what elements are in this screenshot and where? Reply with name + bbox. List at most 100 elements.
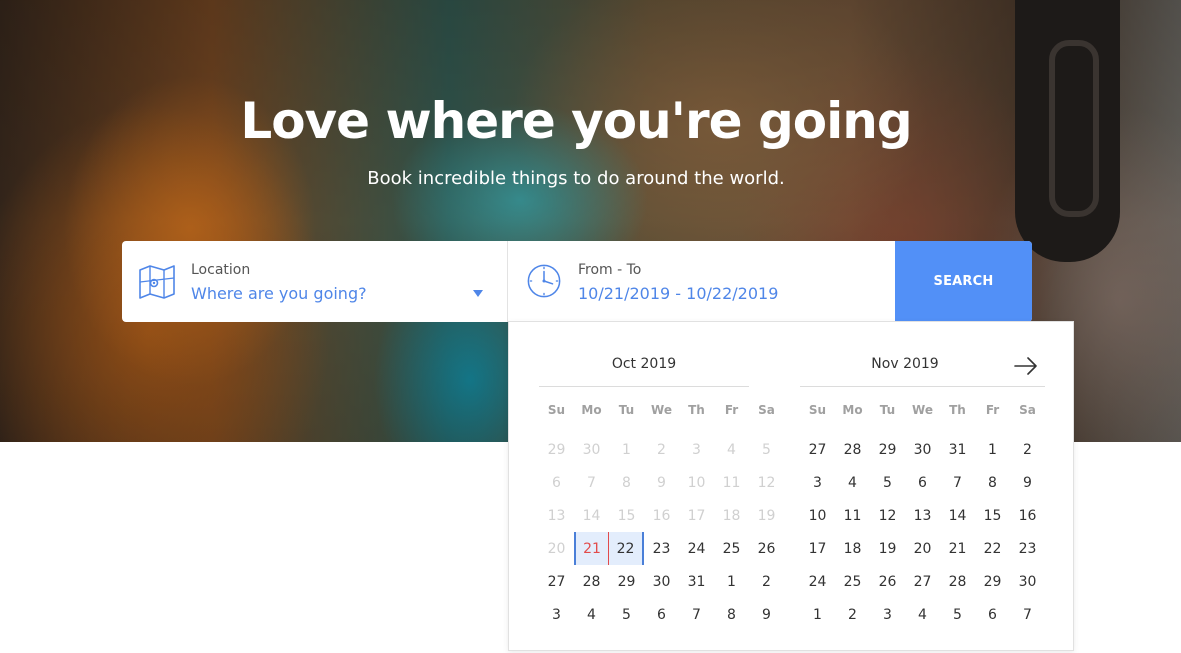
day-cell[interactable]: 28 xyxy=(835,433,870,466)
dates-input[interactable]: 10/21/2019 - 10/22/2019 xyxy=(578,284,778,303)
location-field[interactable]: Location Where are you going? xyxy=(122,241,508,322)
day-cell[interactable]: 1 xyxy=(800,598,835,631)
day-cell[interactable]: 20 xyxy=(905,532,940,565)
day-cell[interactable]: 31 xyxy=(679,565,714,598)
day-cell[interactable]: 24 xyxy=(800,565,835,598)
weekday-label: Sa xyxy=(758,403,775,417)
day-cell[interactable]: 31 xyxy=(940,433,975,466)
weekday-label: We xyxy=(912,403,933,417)
day-cell: 8 xyxy=(622,474,631,491)
day-cell: 4 xyxy=(727,441,736,458)
day-grid: 29 30 1 2 3 4 5 6 7 8 9 10 11 12 13 14 15 16 17 18 19 20 21 22 2… xyxy=(539,433,784,631)
day-cell[interactable]: 8 xyxy=(714,598,749,631)
day-cell: 15 xyxy=(617,507,636,524)
day-cell[interactable]: 3 xyxy=(800,466,835,499)
day-cell[interactable]: 4 xyxy=(574,598,609,631)
day-cell[interactable]: 25 xyxy=(835,565,870,598)
day-cell[interactable]: 15 xyxy=(975,499,1010,532)
month-title: Nov 2019 xyxy=(871,356,939,372)
day-cell[interactable]: 8 xyxy=(975,466,1010,499)
location-input[interactable]: Where are you going? xyxy=(191,284,367,303)
weekday-label: Mo xyxy=(842,403,863,417)
day-cell[interactable]: 25 xyxy=(714,532,749,565)
day-cell[interactable]: 6 xyxy=(644,598,679,631)
arrow-right-icon[interactable] xyxy=(1013,356,1039,376)
day-cell[interactable]: 7 xyxy=(940,466,975,499)
day-cell: 5 xyxy=(762,441,771,458)
day-cell[interactable]: 30 xyxy=(905,433,940,466)
weekday-label: Th xyxy=(949,403,966,417)
day-cell[interactable]: 21 xyxy=(940,532,975,565)
chevron-down-icon[interactable] xyxy=(473,290,483,297)
day-cell-range-end[interactable]: 22 xyxy=(609,532,644,565)
day-cell: 3 xyxy=(692,441,701,458)
day-cell[interactable]: 10 xyxy=(800,499,835,532)
day-cell[interactable]: 5 xyxy=(940,598,975,631)
day-cell[interactable]: 11 xyxy=(835,499,870,532)
day-cell[interactable]: 7 xyxy=(679,598,714,631)
day-cell[interactable]: 28 xyxy=(574,565,609,598)
month-title: Oct 2019 xyxy=(611,356,677,372)
day-cell: 11 xyxy=(722,474,741,491)
divider xyxy=(800,386,1045,387)
day-cell[interactable]: 29 xyxy=(870,433,905,466)
day-cell[interactable]: 9 xyxy=(1010,466,1045,499)
day-cell[interactable]: 17 xyxy=(800,532,835,565)
day-cell[interactable]: 27 xyxy=(905,565,940,598)
day-cell[interactable]: 27 xyxy=(800,433,835,466)
day-cell[interactable]: 30 xyxy=(644,565,679,598)
weekday-label: Sa xyxy=(1019,403,1036,417)
day-cell[interactable]: 3 xyxy=(870,598,905,631)
day-cell[interactable]: 3 xyxy=(539,598,574,631)
day-cell: 17 xyxy=(687,507,706,524)
day-cell: 30 xyxy=(582,441,601,458)
day-cell: 18 xyxy=(722,507,741,524)
day-cell[interactable]: 6 xyxy=(975,598,1010,631)
day-cell[interactable]: 26 xyxy=(870,565,905,598)
day-cell[interactable]: 27 xyxy=(539,565,574,598)
day-cell[interactable]: 29 xyxy=(609,565,644,598)
day-cell[interactable]: 5 xyxy=(870,466,905,499)
day-cell[interactable]: 2 xyxy=(835,598,870,631)
day-cell[interactable]: 23 xyxy=(1010,532,1045,565)
map-icon xyxy=(139,265,175,299)
day-cell[interactable]: 16 xyxy=(1010,499,1045,532)
day-cell[interactable]: 26 xyxy=(749,532,784,565)
day-cell: 10 xyxy=(687,474,706,491)
day-cell[interactable]: 29 xyxy=(975,565,1010,598)
weekday-label: We xyxy=(651,403,672,417)
clock-icon xyxy=(527,264,561,298)
dates-label: From - To xyxy=(578,262,642,278)
day-cell[interactable]: 28 xyxy=(940,565,975,598)
weekday-label: Fr xyxy=(985,403,1000,417)
day-cell[interactable]: 4 xyxy=(905,598,940,631)
day-cell[interactable]: 7 xyxy=(1010,598,1045,631)
hero-title: Love where you're going xyxy=(240,92,912,150)
day-cell-range-start[interactable]: 21 xyxy=(574,532,609,565)
day-cell[interactable]: 4 xyxy=(835,466,870,499)
search-button[interactable]: SEARCH xyxy=(895,241,1032,322)
date-range-field[interactable]: From - To 10/21/2019 - 10/22/2019 xyxy=(508,241,895,322)
day-cell[interactable]: 23 xyxy=(644,532,679,565)
day-cell[interactable]: 1 xyxy=(714,565,749,598)
day-cell[interactable]: 13 xyxy=(905,499,940,532)
day-cell[interactable]: 18 xyxy=(835,532,870,565)
day-cell[interactable]: 5 xyxy=(609,598,644,631)
day-cell: 7 xyxy=(587,474,596,491)
day-cell: 12 xyxy=(757,474,776,491)
day-cell[interactable]: 24 xyxy=(679,532,714,565)
day-cell[interactable]: 30 xyxy=(1010,565,1045,598)
day-cell[interactable]: 12 xyxy=(870,499,905,532)
day-cell[interactable]: 2 xyxy=(749,565,784,598)
day-cell[interactable]: 22 xyxy=(975,532,1010,565)
weekday-header: Su Mo Tu We Th Fr Sa xyxy=(539,403,784,417)
day-cell[interactable]: 19 xyxy=(870,532,905,565)
day-cell[interactable]: 9 xyxy=(749,598,784,631)
location-label: Location xyxy=(191,262,251,278)
day-cell[interactable]: 14 xyxy=(940,499,975,532)
day-cell[interactable]: 6 xyxy=(905,466,940,499)
day-cell: 16 xyxy=(652,507,671,524)
day-cell[interactable]: 1 xyxy=(975,433,1010,466)
day-cell[interactable]: 2 xyxy=(1010,433,1045,466)
weekday-label: Mo xyxy=(581,403,602,417)
